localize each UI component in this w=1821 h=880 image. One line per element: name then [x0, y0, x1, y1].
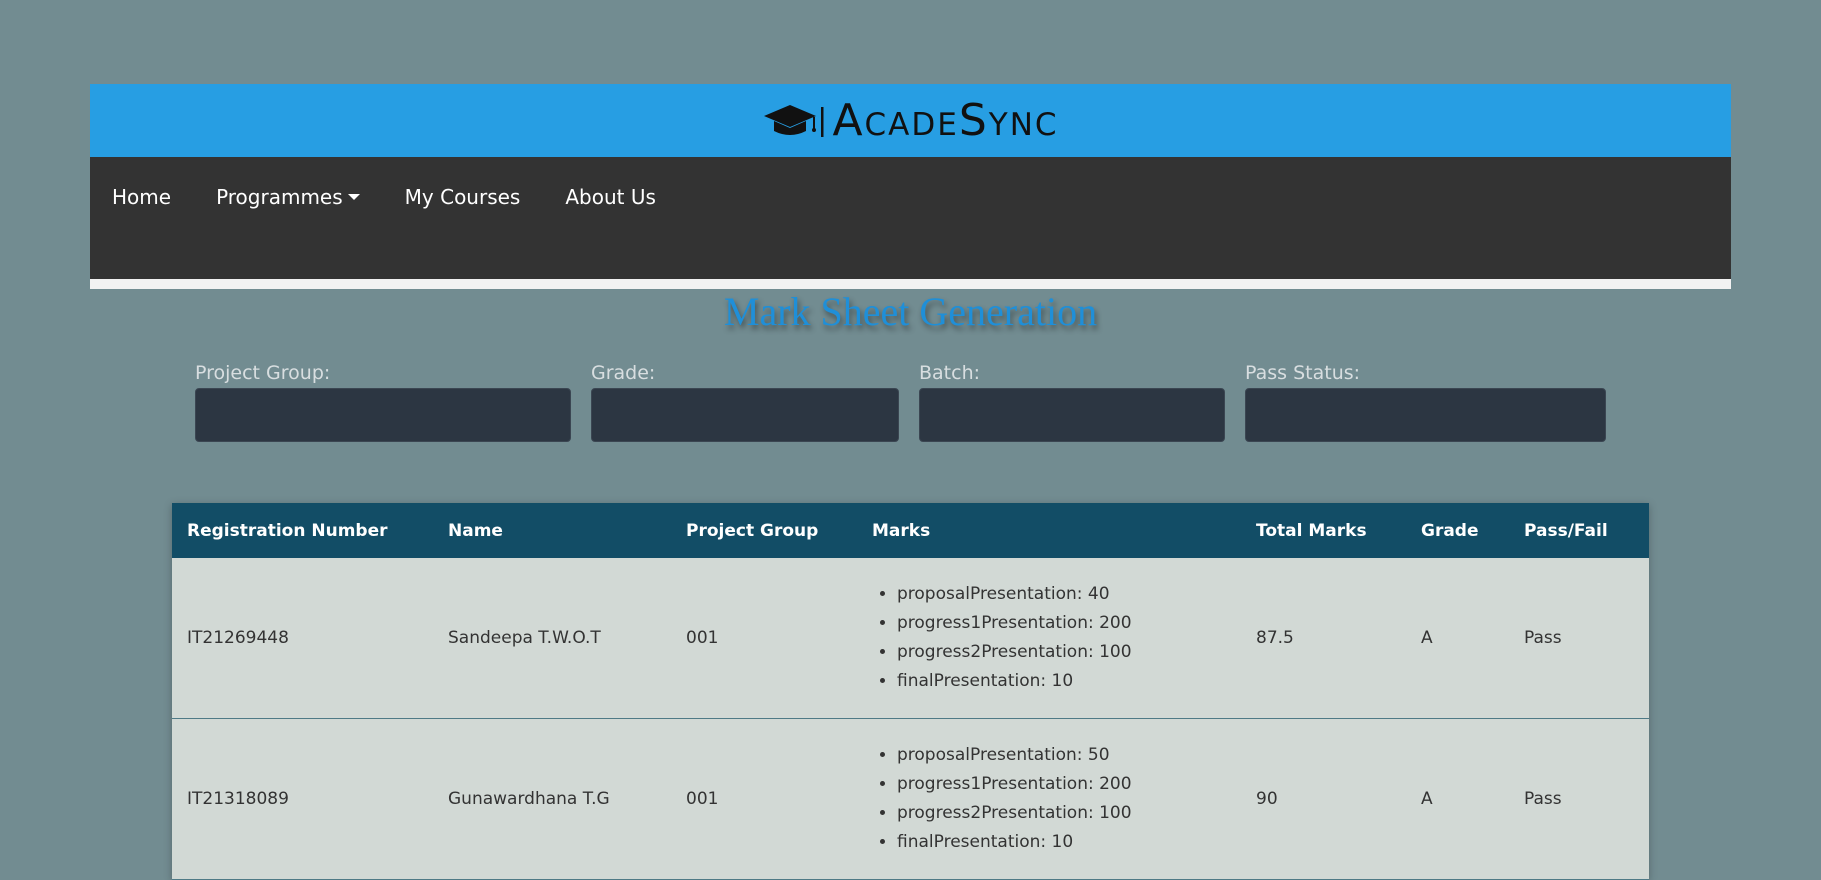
page-title: Mark Sheet Generation: [723, 289, 1098, 334]
list-item: progress1Presentation: 200: [897, 609, 1241, 638]
list-item: progress2Presentation: 100: [897, 799, 1241, 828]
filter-batch: Batch:: [919, 362, 1225, 442]
column-header-marks[interactable]: Marks: [857, 503, 1241, 558]
filter-project-group: Project Group:: [195, 362, 571, 442]
cell-registration-number: IT21269448: [172, 558, 433, 719]
cell-pass-fail: Pass: [1509, 558, 1649, 719]
list-item: finalPresentation: 10: [897, 828, 1241, 857]
marks-table-container: Registration Number Name Project Group M…: [172, 503, 1649, 880]
table-row[interactable]: IT21269448 Sandeepa T.W.O.T 001 proposal…: [172, 558, 1649, 719]
batch-input[interactable]: [919, 388, 1225, 442]
marks-table: Registration Number Name Project Group M…: [172, 503, 1649, 880]
column-header-total-marks[interactable]: Total Marks: [1241, 503, 1406, 558]
nav-programmes[interactable]: Programmes: [216, 185, 360, 209]
column-header-project-group[interactable]: Project Group: [671, 503, 857, 558]
nav-my-courses[interactable]: My Courses: [405, 185, 521, 209]
graduation-cap-icon: [764, 104, 817, 135]
pass-status-input[interactable]: [1245, 388, 1606, 442]
table-header-row: Registration Number Name Project Group M…: [172, 503, 1649, 558]
list-item: finalPresentation: 10: [897, 667, 1241, 696]
project-group-input[interactable]: [195, 388, 571, 442]
caret-down-icon: [347, 194, 360, 200]
marks-list: proposalPresentation: 50 progress1Presen…: [872, 741, 1241, 857]
logo-divider-icon: [821, 106, 824, 137]
cell-project-group: 001: [671, 558, 857, 719]
filter-project-group-label: Project Group:: [195, 362, 331, 384]
cell-name: Gunawardhana T.G: [433, 718, 671, 880]
brand-bar: AcadeSync: [90, 84, 1731, 157]
column-header-registration-number[interactable]: Registration Number: [172, 503, 433, 558]
nav-home-label: Home: [112, 185, 172, 209]
app-header: AcadeSync Home Programmes My Courses Abo…: [90, 84, 1731, 289]
nav-about-us[interactable]: About Us: [565, 185, 656, 209]
list-item: progress2Presentation: 100: [897, 638, 1241, 667]
filter-pass-status: Pass Status:: [1245, 362, 1606, 442]
filter-grade: Grade:: [591, 362, 899, 442]
cell-total-marks: 90: [1241, 718, 1406, 880]
cell-grade: A: [1406, 718, 1509, 880]
nav-my-courses-label: My Courses: [404, 185, 521, 209]
cell-grade: A: [1406, 558, 1509, 719]
main-nav: Home Programmes My Courses About Us: [90, 157, 1731, 289]
grade-input[interactable]: [591, 388, 899, 442]
nav-programmes-label: Programmes: [216, 185, 343, 209]
filter-pass-status-label: Pass Status:: [1245, 362, 1361, 384]
table-row[interactable]: IT21318089 Gunawardhana T.G 001 proposal…: [172, 718, 1649, 880]
column-header-name[interactable]: Name: [433, 503, 671, 558]
list-item: proposalPresentation: 50: [897, 741, 1241, 770]
cell-total-marks: 87.5: [1241, 558, 1406, 719]
cell-project-group: 001: [671, 718, 857, 880]
filter-batch-label: Batch:: [919, 362, 981, 384]
list-item: progress1Presentation: 200: [897, 770, 1241, 799]
cell-pass-fail: Pass: [1509, 718, 1649, 880]
filter-grade-label: Grade:: [591, 362, 656, 384]
cell-name: Sandeepa T.W.O.T: [433, 558, 671, 719]
column-header-pass-fail[interactable]: Pass/Fail: [1509, 503, 1649, 558]
nav-about-us-label: About Us: [565, 185, 656, 209]
cell-registration-number: IT21318089: [172, 718, 433, 880]
nav-home[interactable]: Home: [112, 185, 171, 209]
list-item: proposalPresentation: 40: [897, 580, 1241, 609]
marks-list: proposalPresentation: 40 progress1Presen…: [872, 580, 1241, 696]
column-header-grade[interactable]: Grade: [1406, 503, 1509, 558]
cell-marks: proposalPresentation: 50 progress1Presen…: [857, 718, 1241, 880]
logo[interactable]: AcadeSync: [762, 94, 1059, 146]
brand-name: AcadeSync: [832, 94, 1059, 146]
cell-marks: proposalPresentation: 40 progress1Presen…: [857, 558, 1241, 719]
